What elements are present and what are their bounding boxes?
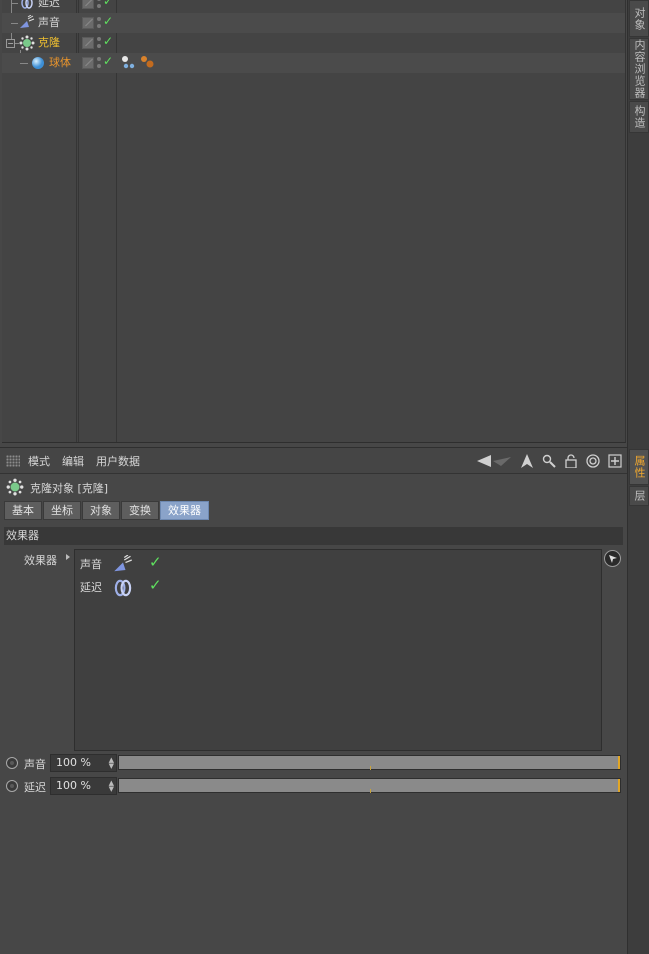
tab-coordinates[interactable]: 坐标 [43,501,81,520]
strength-row-sound: 声音 100 % ▲ ▼ [6,754,622,772]
tab-transform[interactable]: 变换 [121,501,159,520]
tab-effectors[interactable]: 效果器 [160,501,209,520]
tab-object[interactable]: 对象 [82,501,120,520]
effector-name: 延迟 [80,581,102,594]
tab-structure[interactable]: 构造 [629,101,649,133]
tab-layers[interactable]: 层 [629,486,649,506]
strength-row-delay: 延迟 100 % ▲ ▼ [6,777,622,795]
list-item[interactable]: 延迟 ✓ [75,576,195,598]
render-visibility-dot[interactable] [97,4,101,8]
effectors-list[interactable]: 声音 ✓ 延迟 ✓ [74,549,602,751]
object-row-sphere[interactable]: 球体 ✓ [2,53,625,73]
tab-content-browser[interactable]: 内容浏览器 [629,38,649,100]
tab-basic[interactable]: 基本 [4,501,42,520]
strength-value: 100 % [56,779,91,792]
attribute-manager: 模式 编辑 用户数据 克隆对象 [克隆] 基本 坐标 对象 变换 效果器 效果器… [0,447,627,954]
enabled-check-icon[interactable]: ✓ [103,0,113,8]
section-header: 效果器 [4,527,623,545]
render-visibility-dot[interactable] [97,24,101,28]
object-row-sound[interactable]: 声音 ✓ [2,13,625,33]
enabled-check-icon[interactable]: ✓ [149,553,162,571]
strength-slider[interactable] [118,755,621,770]
layer-toggle[interactable] [82,17,94,29]
object-row-cloner[interactable]: − 克隆 ✓ [2,33,625,53]
target-icon[interactable] [585,453,601,469]
back-forward-icon[interactable] [477,453,513,469]
attribute-tabs: 基本 坐标 对象 变换 效果器 [4,501,209,521]
object-manager: 延迟 ✓ 声音 ✓ − 克隆 ✓ 球体 ✓ [2,0,626,443]
slider-end-marker [618,779,620,792]
editor-visibility-dot[interactable] [97,0,101,1]
editor-visibility-dot[interactable] [97,17,101,21]
cloner-tag-icon[interactable] [139,55,155,72]
effector-name: 声音 [80,558,102,571]
animate-radio[interactable] [6,780,18,792]
slider-mid-tick [370,789,371,793]
pick-object-button[interactable] [604,550,621,567]
animate-radio[interactable] [6,757,18,769]
attribute-toolbar [477,452,623,470]
effectors-field-label: 效果器 [24,554,57,567]
editor-visibility-dot[interactable] [97,37,101,41]
object-row-delay[interactable]: 延迟 ✓ [2,0,625,13]
strength-label: 声音 [24,758,46,771]
object-label: 延迟 [38,0,60,9]
attribute-menubar: 模式 编辑 用户数据 [0,448,627,474]
layer-toggle[interactable] [82,57,94,69]
cloner-icon [6,478,24,499]
sound-effector-icon [19,15,35,31]
stepper-arrows-icon[interactable]: ▲ ▼ [109,757,114,770]
sphere-icon [30,55,46,71]
menu-mode[interactable]: 模式 [28,453,50,469]
tags-cell [119,53,155,73]
grip-handle-icon[interactable] [6,454,20,467]
object-label: 球体 [49,56,71,69]
tab-objects[interactable]: 对象 [629,0,649,37]
enabled-check-icon[interactable]: ✓ [149,576,162,594]
strength-slider[interactable] [118,778,621,793]
slider-end-marker [618,756,620,769]
search-icon[interactable] [541,453,557,469]
strength-label: 延迟 [24,781,46,794]
tab-attributes[interactable]: 属性 [629,449,649,485]
strength-input[interactable]: 100 % ▲ ▼ [50,777,117,795]
enabled-check-icon[interactable]: ✓ [103,14,113,28]
layer-toggle[interactable] [82,0,94,9]
pointer-up-icon[interactable] [519,453,535,469]
new-panel-icon[interactable] [607,453,623,469]
object-label: 克隆 [38,36,60,49]
strength-value: 100 % [56,756,91,769]
right-tab-strip: 对象 内容浏览器 构造 属性 层 [627,0,649,954]
menu-edit[interactable]: 编辑 [62,453,84,469]
object-title-text: 克隆对象 [克隆] [30,482,109,495]
delay-effector-icon [19,0,35,11]
object-title: 克隆对象 [克隆] [6,478,108,498]
lock-icon[interactable] [563,453,579,469]
sound-effector-icon [113,554,133,575]
enabled-check-icon[interactable]: ✓ [103,34,113,48]
pointer-icon [608,554,617,563]
delay-effector-icon [113,578,133,598]
render-visibility-dot[interactable] [97,44,101,48]
strength-input[interactable]: 100 % ▲ ▼ [50,754,117,772]
layer-toggle[interactable] [82,37,94,49]
enabled-check-icon[interactable]: ✓ [103,54,113,68]
expand-arrow-icon[interactable] [66,554,70,560]
slider-mid-tick [370,766,371,770]
object-label: 声音 [38,16,60,29]
menu-user-data[interactable]: 用户数据 [96,453,140,469]
cloner-icon [19,35,35,51]
render-visibility-dot[interactable] [97,64,101,68]
collapse-toggle[interactable]: − [6,39,15,48]
stepper-arrows-icon[interactable]: ▲ ▼ [109,780,114,793]
material-tag-icon[interactable] [121,55,137,72]
editor-visibility-dot[interactable] [97,57,101,61]
list-item[interactable]: 声音 ✓ [75,553,195,575]
